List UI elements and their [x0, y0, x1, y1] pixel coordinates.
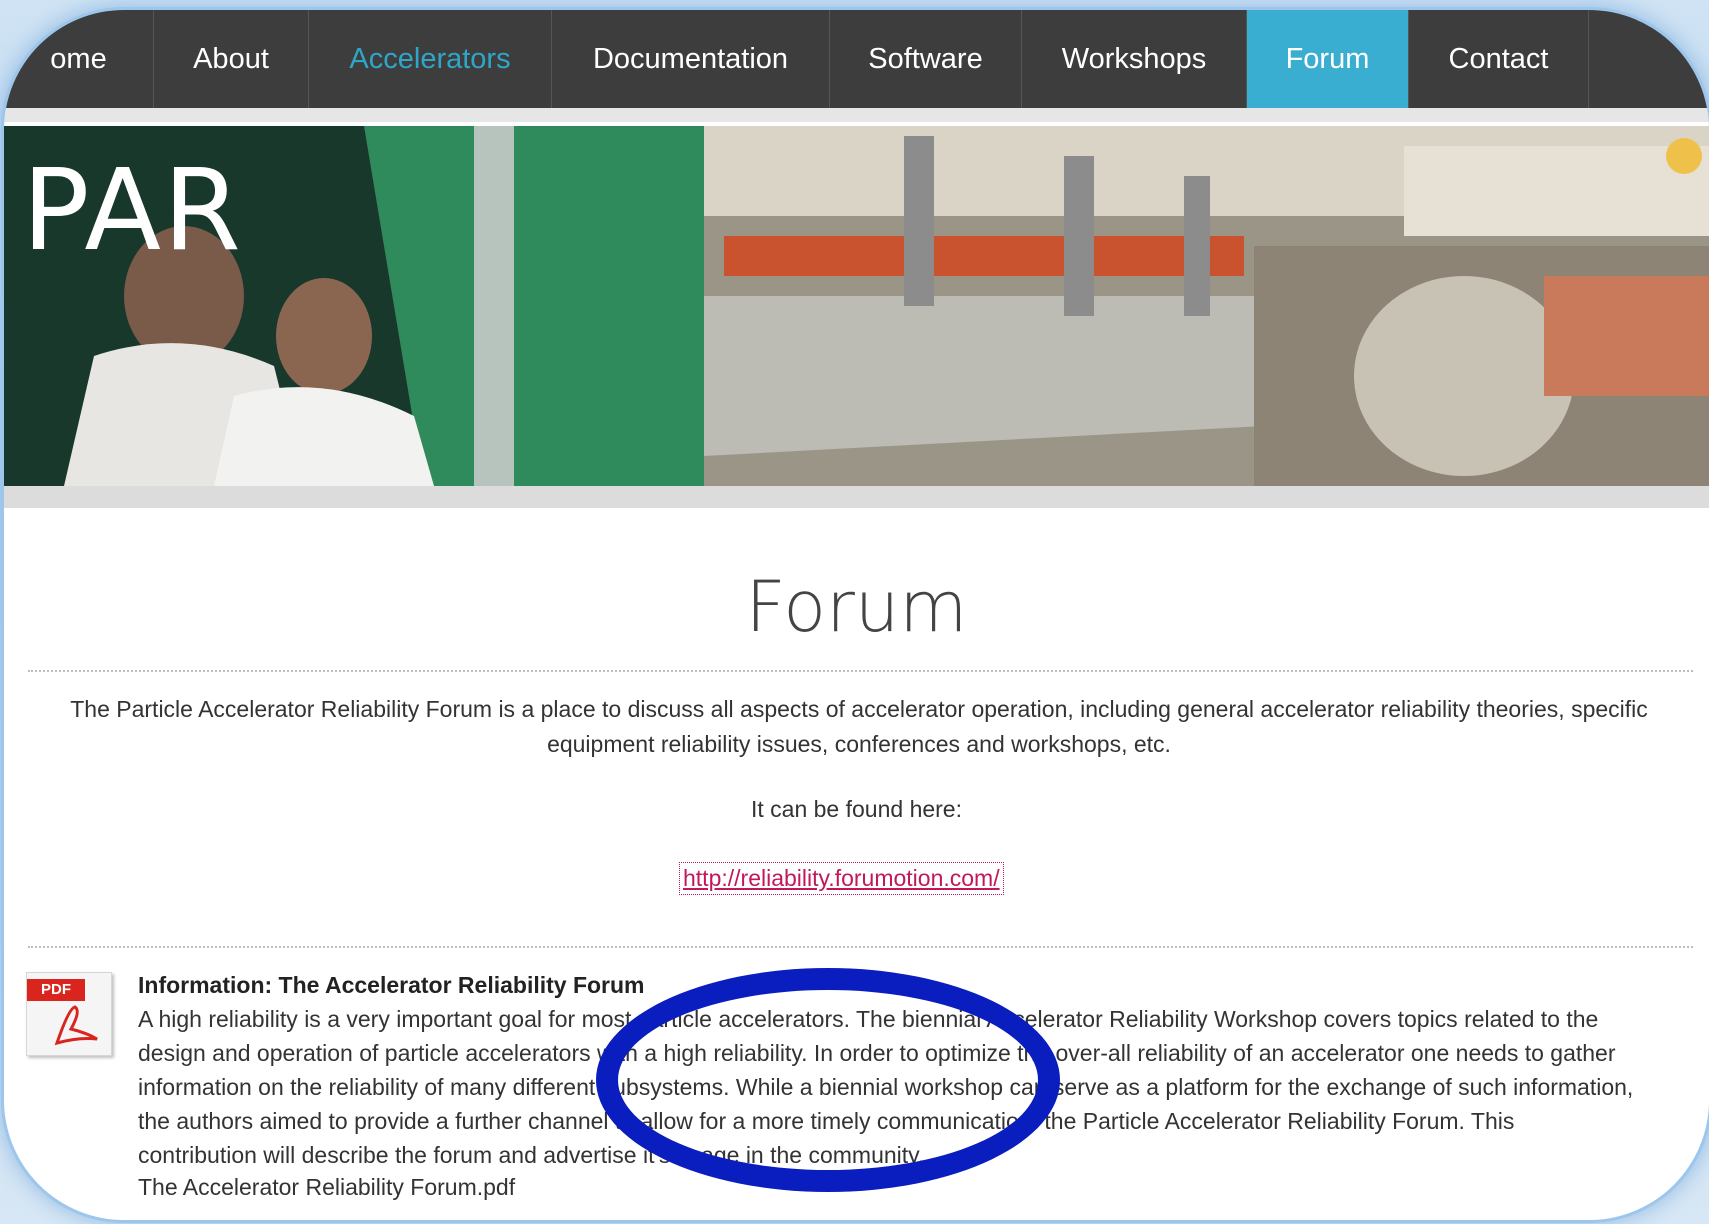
circle-annotation: [596, 968, 1060, 1192]
divider-bottom: [28, 946, 1693, 948]
nav-contact[interactable]: Contact: [1409, 10, 1589, 108]
header-banner-image: PAR: [4, 126, 1709, 508]
top-navigation: ome About Accelerators Documentation Sof…: [4, 10, 1709, 108]
nav-software[interactable]: Software: [830, 10, 1022, 108]
nav-forum[interactable]: Forum: [1247, 10, 1409, 108]
nav-home[interactable]: ome: [4, 10, 154, 108]
pdf-filename-link[interactable]: The Accelerator Reliability Forum.pdf: [138, 1174, 515, 1201]
pdf-file-icon[interactable]: PDF: [26, 972, 112, 1056]
forum-link[interactable]: http://reliability.forumotion.com/: [679, 862, 1004, 895]
site-logo-text: PAR: [22, 146, 243, 276]
forum-description: The Particle Accelerator Reliability For…: [70, 696, 1648, 757]
info-title: Information: The Accelerator Reliability…: [138, 972, 645, 998]
nav-divider: [4, 108, 1709, 122]
page-title: Forum: [745, 566, 968, 648]
nav-about[interactable]: About: [154, 10, 309, 108]
divider-top: [28, 670, 1693, 672]
nav-accelerators[interactable]: Accelerators: [309, 10, 552, 108]
banner-illustration: [4, 126, 1709, 486]
banner-bottom-border: [4, 486, 1709, 508]
acrobat-logo-icon: [54, 1005, 98, 1046]
found-here-label: It can be found here:: [751, 796, 962, 822]
nav-documentation[interactable]: Documentation: [552, 10, 830, 108]
nav-workshops[interactable]: Workshops: [1022, 10, 1247, 108]
